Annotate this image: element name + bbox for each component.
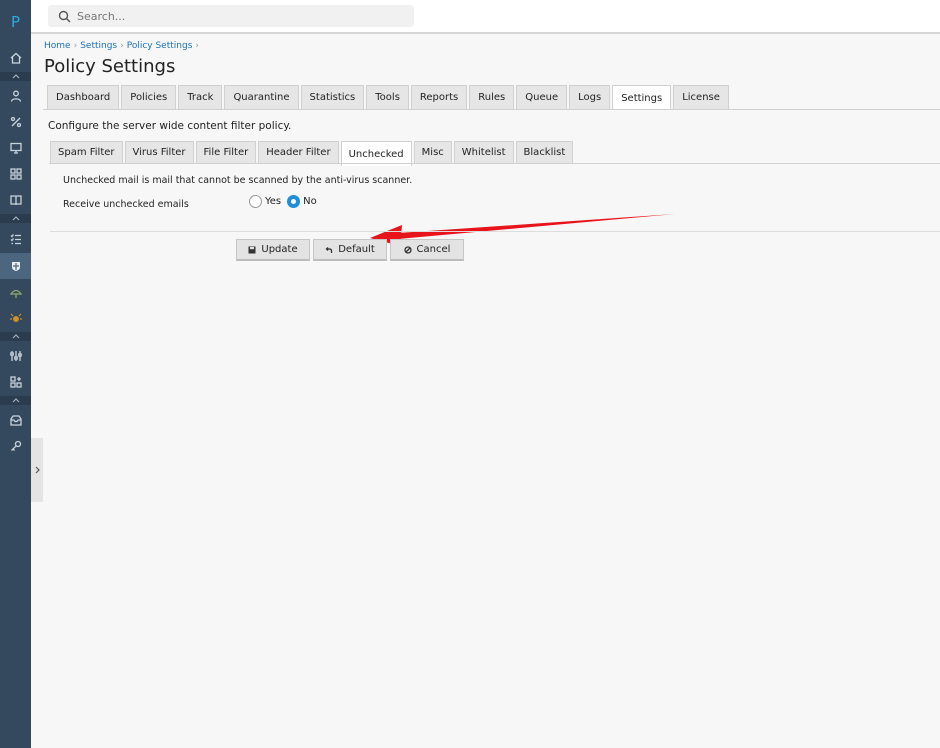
receive-unchecked-radio-group: Yes No (249, 195, 323, 208)
breadcrumb-home[interactable]: Home (44, 41, 71, 51)
tab-reports[interactable]: Reports (410, 85, 468, 109)
default-button-label: Default (338, 244, 375, 255)
collapse-chevron-icon[interactable] (0, 332, 31, 341)
tab-policies[interactable]: Policies (121, 85, 177, 109)
chevron-right-icon (35, 466, 40, 474)
top-bar (31, 0, 940, 34)
subtab-spam-filter[interactable]: Spam Filter (50, 141, 123, 163)
tab-license[interactable]: License (673, 85, 729, 109)
subtab-file-filter[interactable]: File Filter (195, 141, 257, 163)
search-input[interactable] (77, 9, 397, 23)
key-icon[interactable] (0, 434, 31, 458)
tab-settings[interactable]: Settings (612, 85, 672, 110)
subtab-misc[interactable]: Misc (413, 141, 452, 163)
breadcrumb-separator-icon: › (195, 41, 199, 51)
breadcrumb: Home › Settings › Policy Settings › (44, 41, 202, 51)
collapse-chevron-icon[interactable] (0, 396, 31, 405)
tab-logs[interactable]: Logs (569, 85, 611, 109)
apps-icon[interactable] (0, 370, 31, 394)
tab-tools[interactable]: Tools (366, 85, 409, 109)
page-description: Configure the server wide content filter… (48, 120, 292, 132)
breadcrumb-separator-icon: › (120, 41, 124, 51)
subtab-whitelist[interactable]: Whitelist (453, 141, 514, 163)
unchecked-info-text: Unchecked mail is mail that cannot be sc… (63, 175, 413, 186)
update-button[interactable]: Update (236, 239, 310, 261)
breadcrumb-policy-settings[interactable]: Policy Settings (127, 41, 193, 51)
tab-rules[interactable]: Rules (469, 85, 515, 109)
breadcrumb-separator-icon: › (73, 41, 78, 51)
checklist-icon[interactable] (0, 227, 31, 251)
receive-unchecked-label: Receive unchecked emails (63, 199, 189, 210)
book-icon[interactable] (0, 188, 31, 212)
radio-dot-icon (291, 199, 297, 204)
tab-quarantine[interactable]: Quarantine (224, 85, 299, 109)
search-icon (58, 10, 71, 22)
grid-icon[interactable] (0, 162, 31, 186)
cancel-icon (403, 245, 412, 254)
radio-no[interactable] (287, 195, 301, 208)
bug-icon[interactable] (0, 306, 31, 330)
update-button-label: Update (261, 244, 298, 255)
sidebar-expand-toggle[interactable] (31, 438, 43, 502)
breadcrumb-settings[interactable]: Settings (80, 41, 117, 51)
subtab-virus-filter[interactable]: Virus Filter (124, 141, 194, 163)
subtabs-divider (49, 163, 940, 164)
umbrella-icon[interactable] (0, 281, 31, 305)
subtab-blacklist[interactable]: Blacklist (515, 141, 574, 163)
tab-statistics[interactable]: Statistics (300, 85, 365, 109)
inbox-icon[interactable] (0, 408, 31, 432)
main-tabs: Dashboard Policies Track Quarantine Stat… (47, 85, 731, 110)
tab-track[interactable]: Track (178, 85, 223, 109)
home-icon[interactable] (0, 46, 31, 70)
save-icon (248, 246, 256, 253)
page-title: Policy Settings (44, 56, 176, 77)
radio-no-label[interactable]: No (303, 196, 317, 207)
sidebar: P (0, 0, 31, 748)
subtab-header-filter[interactable]: Header Filter (258, 141, 339, 163)
cancel-button[interactable]: Cancel (390, 239, 464, 261)
undo-icon (325, 246, 333, 253)
sliders-icon[interactable] (0, 344, 31, 368)
monitor-icon[interactable] (0, 136, 31, 160)
radio-yes-label[interactable]: Yes (265, 196, 281, 207)
shield-icon[interactable] (0, 253, 31, 279)
percent-icon[interactable] (0, 110, 31, 134)
radio-yes[interactable] (249, 195, 262, 208)
tab-dashboard[interactable]: Dashboard (47, 85, 120, 109)
default-button[interactable]: Default (313, 239, 387, 261)
collapse-chevron-icon[interactable] (0, 72, 31, 81)
tabs-divider (43, 109, 940, 110)
collapse-chevron-icon[interactable] (0, 214, 31, 223)
user-icon[interactable] (0, 84, 31, 108)
search-box[interactable] (48, 5, 414, 27)
app-logo[interactable]: P (0, 0, 31, 44)
tab-queue[interactable]: Queue (516, 85, 568, 109)
form-divider (50, 231, 940, 232)
cancel-button-label: Cancel (416, 244, 451, 255)
